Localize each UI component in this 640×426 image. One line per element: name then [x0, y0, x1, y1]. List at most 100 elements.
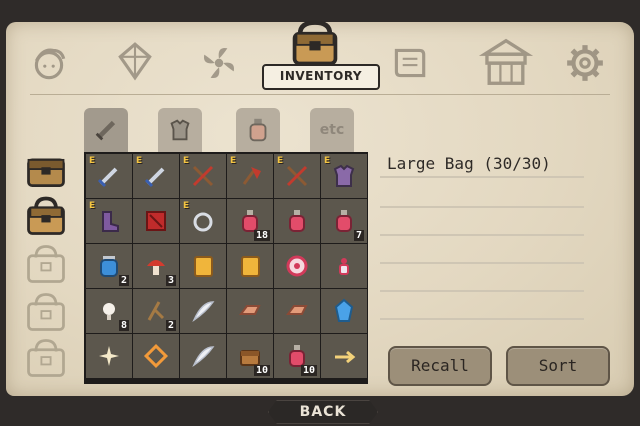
bag-slot-5-locked[interactable]: [20, 336, 72, 380]
sword-icon: [97, 167, 118, 188]
panel-line: [380, 290, 584, 292]
back-button[interactable]: BACK: [268, 400, 378, 424]
equipped-badge: E: [324, 156, 331, 166]
inventory-slot[interactable]: 2: [86, 244, 132, 288]
ingot-icon: [239, 305, 261, 315]
quantity-badge: 10: [300, 365, 317, 376]
tab-etc[interactable]: etc: [310, 108, 354, 152]
axe-icon: [242, 167, 261, 185]
inventory-slot[interactable]: E: [133, 154, 179, 198]
bag-slot-2-selected[interactable]: [20, 194, 72, 238]
sword-icon: [95, 120, 116, 141]
book-icon: [241, 256, 260, 277]
inventory-slot[interactable]: [321, 244, 367, 288]
inventory-slot[interactable]: [86, 334, 132, 378]
inventory-slot[interactable]: E: [86, 154, 132, 198]
equipped-badge: E: [136, 156, 143, 166]
inventory-slot[interactable]: [133, 334, 179, 378]
arrow-icon: [335, 350, 356, 364]
crossbow-icon: [192, 165, 214, 187]
feather-icon: [192, 346, 215, 368]
crossbow-icon: [286, 165, 308, 187]
quantity-badge: 10: [253, 365, 270, 376]
inventory-slot[interactable]: [180, 244, 226, 288]
sword-icon: [144, 167, 165, 188]
pinwheel-icon[interactable]: [196, 40, 242, 86]
panel-line: [380, 176, 584, 178]
inventory-slot[interactable]: E: [227, 154, 273, 198]
quantity-badge: 8: [118, 320, 129, 331]
inventory-slot[interactable]: E: [321, 154, 367, 198]
gem-icon: [334, 298, 354, 322]
rune-icon: [146, 211, 166, 231]
inventory-slot[interactable]: 8: [86, 289, 132, 333]
inventory-grid: E E E E E E E E 18 7 2 3 8 2 10 10: [84, 152, 368, 384]
character-face-icon[interactable]: [26, 40, 72, 86]
quantity-badge: 7: [353, 230, 364, 241]
inventory-slot[interactable]: [133, 199, 179, 243]
inventory-slot[interactable]: E: [180, 199, 226, 243]
bag-slot-4-locked[interactable]: [20, 290, 72, 334]
boots-icon: [102, 211, 119, 232]
shop-icon[interactable]: [476, 34, 536, 90]
tab-potions[interactable]: [236, 108, 280, 152]
quantity-badge: 3: [165, 275, 176, 286]
figure-icon: [339, 258, 349, 275]
equipped-badge: E: [277, 156, 284, 166]
feather-icon: [192, 301, 215, 323]
bag-icon: [27, 339, 65, 377]
panel-line: [380, 262, 584, 264]
bag-icon: [27, 196, 65, 235]
inventory-slot[interactable]: 10: [227, 334, 273, 378]
bag-slot-1[interactable]: [20, 148, 72, 192]
inventory-slot[interactable]: [274, 244, 320, 288]
inventory-slot[interactable]: [321, 289, 367, 333]
inventory-slot[interactable]: [321, 334, 367, 378]
panel-line: [380, 234, 584, 236]
bag-icon: [27, 158, 65, 188]
inventory-slot[interactable]: [227, 289, 273, 333]
ring-icon: [193, 212, 213, 232]
crystal-icon[interactable]: [112, 38, 158, 84]
armor-icon: [333, 164, 355, 187]
equipped-badge: E: [89, 201, 96, 211]
tab-etc-label: etc: [319, 122, 345, 138]
scroll-icon: [143, 343, 169, 369]
inventory-slot[interactable]: 10: [274, 334, 320, 378]
equipped-badge: E: [89, 156, 96, 166]
panel-line: [380, 318, 584, 320]
bag-icon: [27, 245, 65, 283]
scroll-icon[interactable]: [386, 40, 432, 86]
inventory-slot[interactable]: 2: [133, 289, 179, 333]
inventory-slot[interactable]: [274, 199, 320, 243]
inventory-slot[interactable]: [180, 334, 226, 378]
potion-icon: [249, 118, 267, 142]
inventory-slot[interactable]: E: [274, 154, 320, 198]
inventory-slot[interactable]: 7: [321, 199, 367, 243]
armor-icon: [170, 119, 190, 141]
inventory-slot[interactable]: E: [86, 199, 132, 243]
bag-slot-3-locked[interactable]: [20, 242, 72, 286]
tab-armor[interactable]: [158, 108, 202, 152]
target-icon: [286, 255, 308, 277]
quantity-badge: 18: [253, 230, 270, 241]
sort-button[interactable]: Sort: [506, 346, 610, 386]
recall-button[interactable]: Recall: [388, 346, 492, 386]
inventory-slot[interactable]: [180, 289, 226, 333]
potion-icon: [289, 210, 305, 232]
quantity-badge: 2: [165, 320, 176, 331]
book-icon: [194, 256, 213, 277]
equipped-badge: E: [183, 201, 190, 211]
bag-icon: [27, 293, 65, 331]
inventory-slot[interactable]: 3: [133, 244, 179, 288]
inventory-slot[interactable]: E: [180, 154, 226, 198]
inventory-slot[interactable]: [274, 289, 320, 333]
page-title: INVENTORY: [262, 64, 380, 90]
inventory-slot[interactable]: 18: [227, 199, 273, 243]
equipped-badge: E: [230, 156, 237, 166]
panel-line: [380, 206, 584, 208]
tab-weapons[interactable]: [84, 108, 128, 152]
sparkle-icon: [99, 346, 119, 366]
inventory-slot[interactable]: [227, 244, 273, 288]
gear-icon[interactable]: [562, 40, 608, 86]
